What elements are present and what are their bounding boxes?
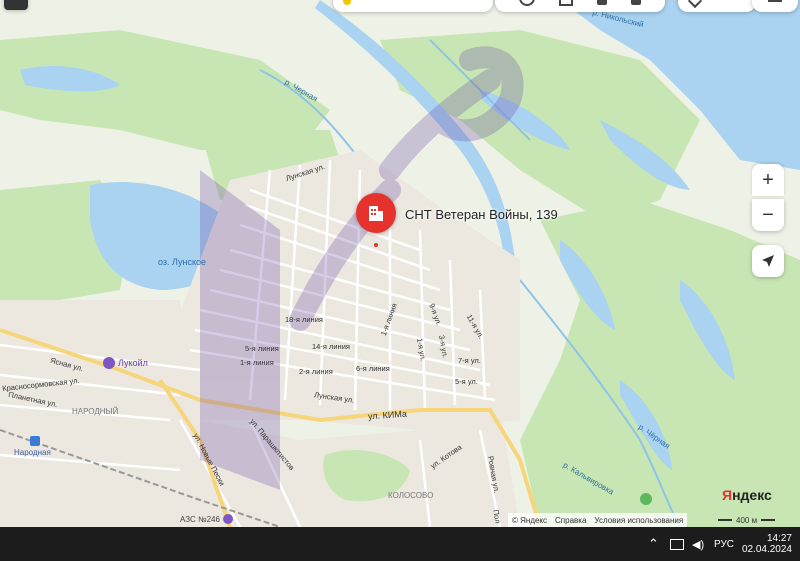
volume-icon[interactable]: ◀) [692, 527, 704, 561]
zoom-out-button[interactable]: − [752, 199, 784, 231]
zoom-in-button[interactable]: + [752, 164, 784, 196]
yandex-logo: Яндекс [722, 487, 772, 503]
street-7: 7-я ул. [458, 356, 481, 365]
scale-line-right [761, 519, 776, 521]
building-icon [369, 206, 383, 221]
street-line-18: 18-я линия [285, 315, 323, 324]
map-canvas[interactable]: оз. Лунское р. Никольский р. Черная р. Ч… [0, 0, 800, 527]
marker-label: СНТ Ветеран Войны, 139 [405, 207, 558, 222]
date: 02.04.2024 [741, 544, 792, 555]
help-link[interactable]: Справка [555, 516, 586, 525]
lukoil-label: Лукойл [118, 358, 148, 368]
map-background [0, 0, 800, 527]
profile-button[interactable] [752, 0, 798, 12]
azs-label: АЗС №246 [180, 514, 220, 524]
marker-pin [356, 193, 396, 233]
layers-icon[interactable] [559, 0, 573, 6]
station-poi[interactable] [30, 436, 40, 446]
map-footer: © Яндекс Справка Условия использования [508, 513, 688, 527]
scale-bar: 400 м [718, 513, 794, 527]
scale-label: 400 м [736, 515, 758, 525]
lukoil-poi[interactable]: Лукойл [103, 357, 148, 369]
park-icon [640, 493, 652, 505]
route-button[interactable] [678, 0, 756, 12]
scale-line [718, 519, 732, 521]
navigation-arrow-icon [762, 255, 774, 267]
language-indicator[interactable]: РУС [714, 527, 734, 561]
network-icon[interactable] [670, 527, 684, 561]
panorama-icon[interactable] [519, 0, 535, 6]
taskbar: ⌃ ◀) РУС 14:27 02.04.2024 [0, 527, 800, 561]
camera-icon[interactable] [597, 0, 607, 5]
location-marker[interactable] [356, 193, 396, 249]
train-station-icon [30, 436, 40, 446]
my-location-button[interactable] [752, 245, 784, 277]
terms-link[interactable]: Условия использования [594, 516, 683, 525]
street-line-5: 5-я линия [245, 344, 279, 353]
plus-icon: + [762, 168, 774, 191]
kolosovo-park-poi[interactable] [640, 492, 652, 510]
transport-icon[interactable] [631, 0, 641, 5]
street-5u: 5-я ул. [455, 377, 478, 386]
place-narodny-label: НАРОДНЫЙ [72, 407, 119, 416]
fuel-icon [103, 357, 115, 369]
lake-label: оз. Лунское [158, 257, 207, 267]
burger-icon [768, 0, 782, 2]
menu-button[interactable] [4, 0, 28, 10]
route-icon [687, 0, 703, 9]
place-kolosovo-label: КОЛОСОВО [388, 491, 434, 500]
tray-chevron-icon[interactable]: ⌃ [648, 527, 659, 561]
marker-dot [374, 243, 378, 247]
street-line-6: 6-я линия [356, 364, 390, 373]
layers-toolbar[interactable] [495, 0, 665, 12]
clock[interactable]: 14:27 02.04.2024 [741, 527, 792, 561]
copyright-text: © Яндекс [512, 515, 548, 525]
minus-icon: − [762, 203, 774, 226]
street-line-14: 14-я линия [312, 342, 350, 351]
search-tag-icon [343, 0, 351, 5]
street-line-2: 2-я линия [299, 367, 333, 376]
search-bar[interactable] [333, 0, 493, 12]
time: 14:27 [766, 533, 792, 544]
station-label: Народная [14, 448, 51, 457]
azs-poi[interactable]: АЗС №246 [180, 514, 233, 524]
street-line-1: 1-я линия [240, 358, 274, 367]
fuel-station-icon [222, 514, 233, 524]
